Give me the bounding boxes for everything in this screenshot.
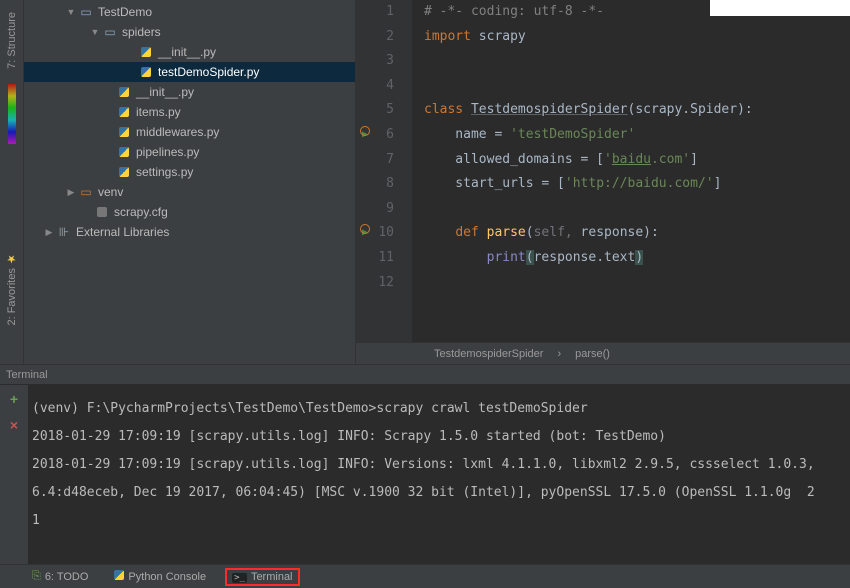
breadcrumb-method[interactable]: parse(): [575, 348, 610, 360]
line-number[interactable]: 2: [356, 25, 412, 50]
code-line[interactable]: [424, 74, 850, 99]
tree-item-__init__-py[interactable]: __init__.py: [24, 42, 355, 62]
line-number[interactable]: 12: [356, 271, 412, 296]
editor-code[interactable]: # -*- coding: utf-8 -*-import scrapyclas…: [412, 0, 850, 342]
tree-item-label: items.py: [136, 105, 181, 119]
project-tree-panel: ▼▭TestDemo▼▭spiders __init__.py testDemoSp…: [24, 0, 356, 364]
line-number[interactable]: 3: [356, 49, 412, 74]
editor-overlay: [710, 0, 850, 16]
terminal-panel: Terminal + × (venv) F:\PycharmProjects\T…: [0, 364, 850, 564]
terminal-output[interactable]: (venv) F:\PycharmProjects\TestDemo\TestD…: [28, 385, 850, 564]
tree-item-external-libraries[interactable]: ▶⊪External Libraries: [24, 222, 355, 242]
expand-arrow-icon[interactable]: ▶: [42, 227, 56, 238]
tree-item-label: pipelines.py: [136, 145, 199, 159]
run-gutter-icon[interactable]: ▶: [362, 221, 368, 246]
tree-item-middlewares-py[interactable]: middlewares.py: [24, 122, 355, 142]
code-line[interactable]: [424, 197, 850, 222]
code-line[interactable]: name = 'testDemoSpider': [424, 123, 850, 148]
breadcrumb-sep: ›: [557, 348, 561, 360]
status-todo-label: 6: TODO: [45, 571, 89, 583]
expand-arrow-icon[interactable]: ▶: [64, 187, 78, 198]
project-tree[interactable]: ▼▭TestDemo▼▭spiders __init__.py testDemoSp…: [24, 0, 355, 364]
code-line[interactable]: def parse(self, response):: [424, 221, 850, 246]
terminal-side-toolbar: + ×: [0, 385, 28, 564]
breadcrumb-class[interactable]: TestdemospiderSpider: [434, 348, 543, 360]
line-number[interactable]: 11: [356, 246, 412, 271]
status-terminal-label: Terminal: [251, 571, 293, 583]
line-number[interactable]: ▶6: [356, 123, 412, 148]
expand-arrow-icon[interactable]: ▼: [88, 27, 102, 37]
tree-item-label: middlewares.py: [136, 125, 219, 139]
terminal-icon: [232, 571, 247, 583]
tree-item-label: External Libraries: [76, 225, 169, 239]
status-todo[interactable]: 6: TODO: [26, 568, 94, 585]
tree-item-testdemospider-py[interactable]: testDemoSpider.py: [24, 62, 355, 82]
code-line[interactable]: [424, 49, 850, 74]
expand-arrow-icon[interactable]: ▼: [64, 7, 78, 17]
structure-tool[interactable]: 7: Structure: [4, 4, 20, 77]
left-tool-rail: 7: Structure 2: Favorites: [0, 0, 24, 364]
editor-gutter[interactable]: 12345▶6789▶101112: [356, 0, 412, 342]
tree-item-label: __init__.py: [136, 85, 194, 99]
tree-item-label: __init__.py: [158, 45, 216, 59]
code-line[interactable]: allowed_domains = ['baidu.com']: [424, 148, 850, 173]
editor-panel: 12345▶6789▶101112 # -*- coding: utf-8 -*…: [356, 0, 850, 364]
tree-item-label: scrapy.cfg: [114, 205, 168, 219]
tree-item-settings-py[interactable]: settings.py: [24, 162, 355, 182]
tree-item-label: settings.py: [136, 165, 193, 179]
color-indicator: [8, 84, 16, 144]
line-number[interactable]: 8: [356, 172, 412, 197]
status-terminal[interactable]: Terminal: [226, 569, 298, 585]
code-line[interactable]: class TestdemospiderSpider(scrapy.Spider…: [424, 98, 850, 123]
python-icon: [114, 570, 124, 583]
terminal-close-button[interactable]: ×: [10, 417, 18, 433]
code-line[interactable]: [424, 271, 850, 296]
run-gutter-icon[interactable]: ▶: [362, 123, 368, 148]
code-line[interactable]: start_urls = ['http://baidu.com/']: [424, 172, 850, 197]
breadcrumb[interactable]: TestdemospiderSpider › parse(): [356, 342, 850, 364]
tree-item-testdemo[interactable]: ▼▭TestDemo: [24, 2, 355, 22]
terminal-tab-label[interactable]: Terminal: [0, 365, 850, 385]
line-number[interactable]: 9: [356, 197, 412, 222]
todo-icon: [32, 570, 41, 583]
tree-item-scrapy-cfg[interactable]: scrapy.cfg: [24, 202, 355, 222]
tree-item-label: venv: [98, 185, 123, 199]
line-number[interactable]: ▶10: [356, 221, 412, 246]
tree-item-label: TestDemo: [98, 5, 152, 19]
code-line[interactable]: print(response.text): [424, 246, 850, 271]
status-python-console[interactable]: Python Console: [108, 568, 212, 585]
tree-item-spiders[interactable]: ▼▭spiders: [24, 22, 355, 42]
line-number[interactable]: 4: [356, 74, 412, 99]
favorites-tool[interactable]: 2: Favorites: [3, 244, 20, 334]
tree-item-pipelines-py[interactable]: pipelines.py: [24, 142, 355, 162]
line-number[interactable]: 1: [356, 0, 412, 25]
tree-item-items-py[interactable]: items.py: [24, 102, 355, 122]
tree-item-__init__-py[interactable]: __init__.py: [24, 82, 355, 102]
status-pyconsole-label: Python Console: [128, 571, 206, 583]
tree-item-label: spiders: [122, 25, 161, 39]
terminal-new-session-button[interactable]: +: [10, 391, 18, 407]
code-line[interactable]: import scrapy: [424, 25, 850, 50]
status-bar: 6: TODO Python Console Terminal: [0, 564, 850, 588]
line-number[interactable]: 5: [356, 98, 412, 123]
tree-item-venv[interactable]: ▶▭venv: [24, 182, 355, 202]
tree-item-label: testDemoSpider.py: [158, 65, 259, 79]
line-number[interactable]: 7: [356, 148, 412, 173]
